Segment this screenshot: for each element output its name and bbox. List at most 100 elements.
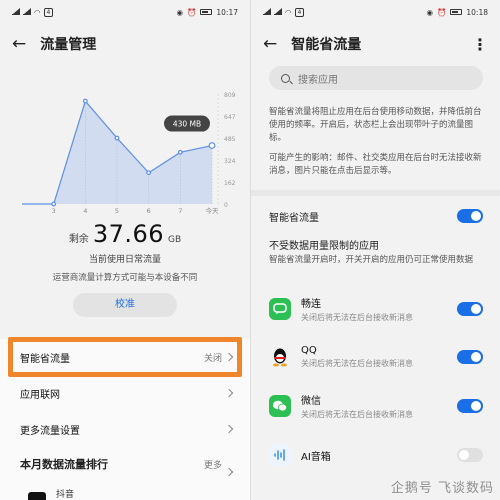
app-row-wechat: 微信 关闭后将无法在后台接收新消息 (269, 391, 483, 421)
app-toggle-ai-speaker[interactable] (457, 448, 483, 462)
status-bar: ◠ 4 ◉ ⏰ 10:17 (0, 0, 250, 24)
settings-list: 智能省流量 关闭 应用联网 更多流量设置 (0, 339, 250, 447)
usage-summary: 剩余 37.66 GB 当前使用日常流量 运营商流量计算方式可能与本设备不同 校… (0, 220, 250, 317)
app-toggle-wechat[interactable] (457, 399, 483, 413)
calibrate-button[interactable]: 校准 (73, 293, 177, 317)
title-bar: ← 流量管理 (0, 24, 250, 64)
ranking-header[interactable]: 本月数据流量排行 更多 (0, 444, 250, 484)
data-point (82, 98, 88, 104)
changlian-icon (269, 298, 291, 320)
wechat-icon (269, 395, 291, 417)
app-name: QQ (301, 345, 317, 356)
chevron-right-icon (224, 388, 234, 398)
ranking-title: 本月数据流量排行 (20, 458, 108, 471)
remain-value: 37.66 (92, 220, 165, 248)
y-tick-label: 324 (224, 158, 236, 165)
x-tick-label: 5 (115, 207, 119, 215)
more-options-icon[interactable]: ⋮ (472, 35, 488, 54)
data-point (146, 170, 152, 176)
tooltip-label: 430 MB (173, 120, 201, 129)
app-toggle-changlian[interactable] (457, 302, 483, 316)
saver-impact-description: 可能产生的影响：邮件、社交类应用在后台时无法接收新消息，图片只能在点击后显示等。 (269, 153, 482, 176)
app-name: AI音箱 (301, 451, 331, 463)
alarm-icon: ⏰ (437, 7, 447, 17)
y-tick-label: 485 (224, 136, 236, 143)
eye-icon: ◉ (176, 7, 184, 17)
app-toggle-qq[interactable] (457, 350, 483, 364)
more-settings-label: 更多流量设置 (20, 425, 80, 437)
status-time: 10:18 (466, 7, 488, 17)
x-tick-label: 7 (178, 207, 182, 215)
unrestricted-desc: 智能省流量开启时，开关开启的应用仍可正常使用数据 (269, 255, 474, 265)
signal-icon (263, 8, 271, 15)
smart-saver-row[interactable]: 智能省流量 关闭 (0, 339, 250, 375)
battery-icon (200, 9, 213, 15)
saver-description: 智能省流量将阻止应用在后台使用移动数据，并降低前台使用的频率。开启后，状态栏上会… (269, 107, 482, 143)
search-input[interactable]: 搜索应用 (269, 66, 483, 90)
smart-saver-value: 关闭 (203, 353, 222, 364)
data-point (114, 135, 120, 141)
master-toggle-label: 智能省流量 (269, 212, 319, 224)
remain-label: 剩余 (68, 234, 89, 245)
page-title: 流量管理 (40, 37, 97, 53)
page-title: 智能省流量 (291, 37, 362, 53)
usage-chart: 809 647 485 324 162 0 3 4 5 6 7 今天 430 MB (0, 64, 250, 224)
signal-icon-2 (274, 8, 282, 15)
x-tick-label: 6 (147, 207, 151, 215)
wifi-icon: ◠ (34, 7, 41, 17)
ranking-more[interactable]: 更多 (204, 458, 222, 471)
chevron-right-icon (224, 424, 234, 434)
x-tick-label: 今天 (206, 206, 220, 215)
app-name: 畅连 (301, 299, 321, 310)
ai-speaker-icon (269, 444, 291, 466)
notification-badge: 4 (294, 7, 305, 17)
y-tick-label: 809 (224, 92, 236, 99)
more-traffic-settings-row[interactable]: 更多流量设置 (0, 411, 250, 447)
search-placeholder: 搜索应用 (298, 74, 338, 86)
ranking-section: 本月数据流量排行 更多 抖音 (0, 444, 250, 500)
smart-saver-screen: ◠ 4 ◉ ⏰ 10:18 ← 智能省流量 ⋮ 搜索应用 智能省流量将阻止应用在… (250, 0, 500, 500)
ranking-first-app: 抖音 (56, 490, 75, 500)
y-tick-label: 0 (224, 202, 228, 209)
status-time: 10:17 (216, 7, 238, 17)
watermark: 企鹅号 飞谈数码 (390, 481, 494, 496)
smart-saver-label: 智能省流量 (20, 353, 70, 365)
usage-chart-svg: 809 647 485 324 162 0 3 4 5 6 7 今天 430 MB (22, 92, 236, 215)
search-icon (281, 73, 290, 83)
eye-icon: ◉ (426, 7, 434, 17)
app-subtitle: 关闭后将无法在后台接收新消息 (301, 313, 413, 322)
app-network-row[interactable]: 应用联网 (0, 375, 250, 411)
y-tick-label: 162 (224, 180, 236, 187)
section-divider (251, 190, 500, 196)
app-row-qq: QQ 关闭后将无法在后台接收新消息 (269, 342, 483, 372)
app-subtitle: 关闭后将无法在后台接收新消息 (301, 410, 413, 419)
back-arrow-icon[interactable]: ← (12, 34, 26, 54)
traffic-management-screen: ◠ 4 ◉ ⏰ 10:17 ← 流量管理 809 647 485 324 162 0 3 4 5… (0, 0, 250, 500)
master-toggle[interactable] (457, 209, 483, 223)
app-row-changlian: 畅连 关闭后将无法在后台接收新消息 (269, 294, 483, 324)
data-point (51, 201, 57, 207)
alarm-icon: ⏰ (187, 7, 197, 17)
app-row-ai-speaker: AI音箱 (269, 442, 483, 468)
data-point (208, 142, 216, 149)
x-tick-label: 4 (83, 207, 87, 215)
remain-unit: GB (168, 235, 182, 245)
app-network-label: 应用联网 (20, 389, 60, 401)
x-tick-label: 3 (52, 207, 56, 215)
chevron-right-icon (224, 467, 234, 477)
signal-icon (12, 8, 20, 15)
douyin-icon (28, 492, 46, 500)
app-name: 微信 (301, 396, 321, 407)
master-toggle-row: 智能省流量 (269, 206, 483, 226)
unrestricted-title: 不受数据用量限制的应用 (269, 240, 379, 252)
title-bar: ← 智能省流量 ⋮ (251, 24, 500, 64)
qq-icon (269, 346, 291, 368)
status-bar: ◠ 4 ◉ ⏰ 10:18 (251, 0, 500, 24)
plan-text: 当前使用日常流量 (88, 255, 161, 265)
app-subtitle: 关闭后将无法在后台接收新消息 (301, 359, 413, 368)
y-tick-label: 647 (224, 114, 236, 121)
notification-badge: 4 (43, 7, 54, 17)
chevron-right-icon (224, 352, 234, 362)
carrier-note: 运营商流量计算方式可能与本设备不同 (52, 273, 198, 283)
back-arrow-icon[interactable]: ← (263, 34, 277, 54)
